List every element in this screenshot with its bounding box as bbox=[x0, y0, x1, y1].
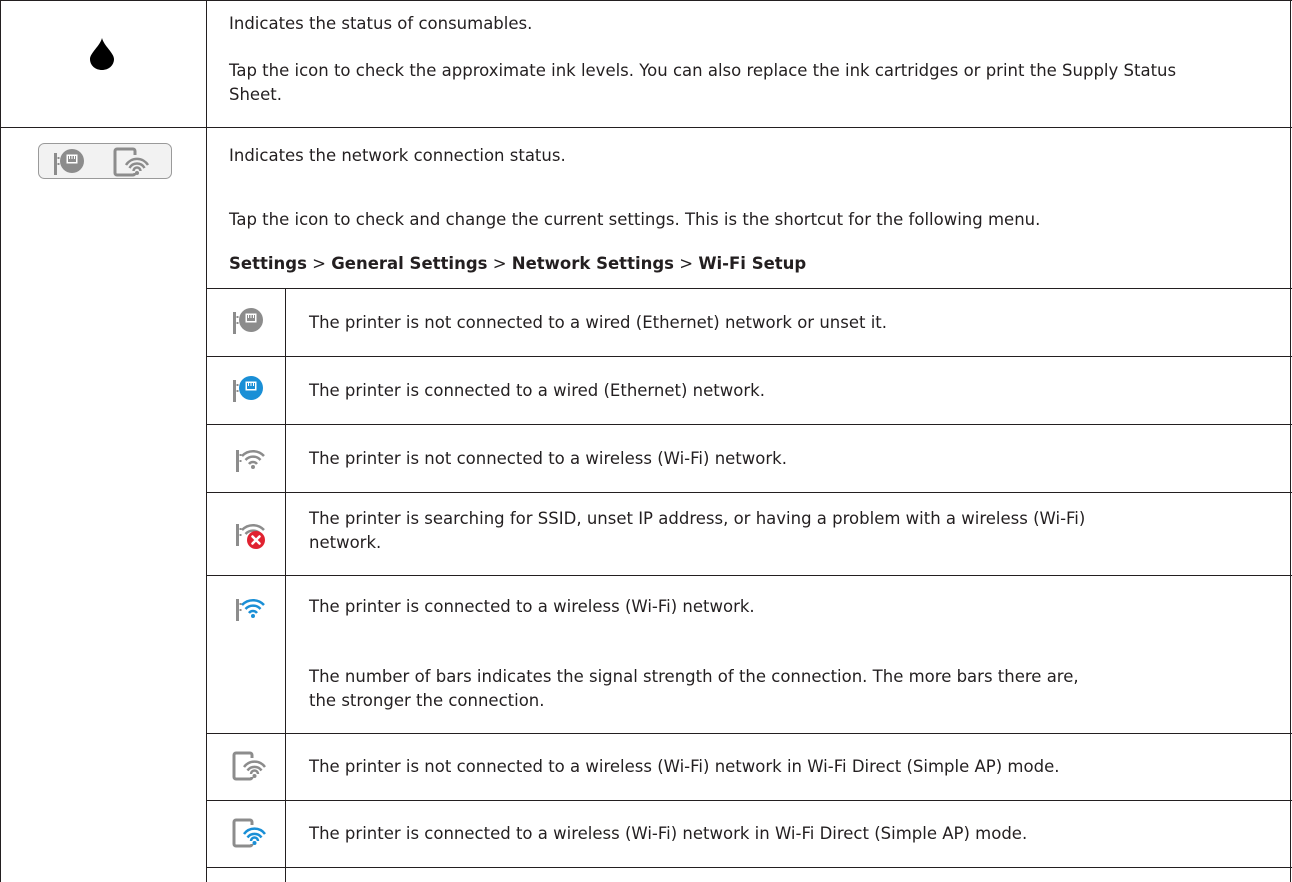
wifi-direct-disconnected-icon bbox=[232, 750, 266, 782]
nested-row-divider bbox=[206, 575, 1292, 576]
column-divider bbox=[206, 0, 207, 882]
nested-row-divider bbox=[206, 492, 1292, 493]
menu-separator: > bbox=[312, 254, 326, 273]
ethernet-connected-icon bbox=[231, 374, 265, 406]
table-border bbox=[1290, 0, 1291, 882]
status-text: The printer is not connected to a wirele… bbox=[309, 449, 787, 468]
nested-row-divider bbox=[206, 424, 1292, 425]
nested-row-divider bbox=[206, 356, 1292, 357]
menu-item-general-settings: General Settings bbox=[331, 254, 488, 273]
wifi-disconnected-icon bbox=[234, 442, 266, 474]
menu-separator: > bbox=[492, 254, 507, 273]
status-text: The printer is not connected to a wirele… bbox=[309, 757, 1060, 776]
status-icon-table: Indicates the status of consumables. Tap… bbox=[0, 0, 1292, 882]
nested-column-divider bbox=[285, 288, 286, 882]
ethernet-disconnected-icon bbox=[231, 306, 265, 338]
nested-row-divider bbox=[206, 800, 1292, 801]
status-text: The printer is not connected to a wired … bbox=[309, 313, 887, 332]
menu-item-settings: Settings bbox=[229, 254, 307, 273]
status-text: The printer is connected to a wireless (… bbox=[309, 824, 1028, 843]
nested-row-divider bbox=[206, 867, 1292, 868]
status-text: The printer is connected to a wireless (… bbox=[309, 597, 755, 616]
menu-separator: > bbox=[679, 254, 694, 273]
menu-item-network-settings: Network Settings bbox=[511, 254, 674, 273]
menu-path: Settings > General Settings > Network Se… bbox=[229, 252, 806, 276]
status-note: The number of bars indicates the signal … bbox=[309, 667, 1079, 710]
status-text: The printer is connected to a wired (Eth… bbox=[309, 381, 765, 400]
menu-item-wifi-setup: Wi-Fi Setup bbox=[698, 254, 807, 273]
row-divider bbox=[0, 127, 1292, 128]
nested-border bbox=[206, 288, 1292, 289]
nested-row-divider bbox=[206, 733, 1292, 734]
wifi-connected-icon bbox=[234, 591, 266, 623]
wifi-direct-connected-icon bbox=[232, 817, 266, 849]
wifi-error-icon bbox=[234, 516, 268, 550]
network-status-icons bbox=[38, 143, 172, 179]
table-border bbox=[0, 0, 1292, 1]
status-text: The printer is searching for SSID, unset… bbox=[309, 509, 1086, 552]
ink-drop-icon bbox=[90, 38, 114, 70]
consumables-description: Tap the icon to check the approximate in… bbox=[229, 61, 1177, 104]
consumables-title: Indicates the status of consumables. bbox=[229, 14, 533, 33]
network-description: Tap the icon to check and change the cur… bbox=[229, 210, 1041, 229]
table-border bbox=[0, 0, 1, 882]
network-title: Indicates the network connection status. bbox=[229, 146, 566, 165]
